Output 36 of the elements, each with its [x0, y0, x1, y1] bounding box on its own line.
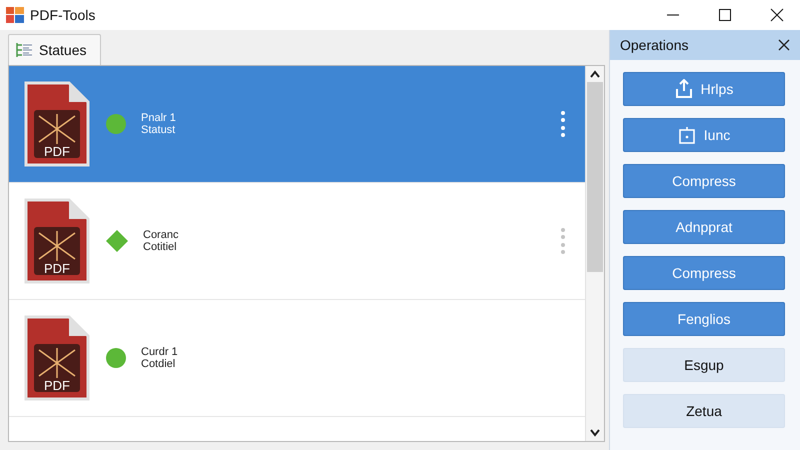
minimize-icon	[666, 14, 680, 16]
operation-button[interactable]: Compress	[623, 164, 785, 198]
operation-button[interactable]: Hrlps	[623, 72, 785, 106]
file-status: Cotdiel	[141, 358, 176, 370]
status-dot-icon	[105, 347, 127, 369]
file-name: Curdr 1	[141, 346, 179, 358]
caret-up-icon	[590, 70, 600, 78]
upload-icon	[674, 79, 693, 99]
operation-button[interactable]: Zetua	[623, 394, 785, 428]
pdf-file-icon: PDF	[23, 314, 91, 402]
maximize-icon	[718, 8, 732, 22]
operation-button[interactable]: Esgup	[623, 348, 785, 382]
pdf-file-icon: PDF	[23, 80, 91, 168]
caret-down-icon	[590, 429, 600, 437]
app-logo-icon	[6, 7, 24, 23]
operation-button[interactable]: Adnpprat	[623, 210, 785, 244]
pdf-file-icon: PDF	[23, 197, 91, 285]
operation-button[interactable]: Fenglios	[623, 302, 785, 336]
close-panel-button[interactable]	[778, 39, 790, 51]
file-row[interactable]: PDF Pnalr 1 Statust	[9, 66, 585, 183]
scrollbar-thumb[interactable]	[587, 82, 603, 272]
tab[interactable]: Statues	[8, 34, 102, 65]
close-icon	[770, 8, 784, 22]
panel-title: Operations	[620, 37, 688, 53]
file-name: Coranc	[143, 229, 180, 241]
status-dot-icon	[105, 113, 127, 135]
file-name: Pnalr 1	[141, 112, 177, 124]
operation-button[interactable]: Compress	[623, 256, 785, 290]
square-icon	[678, 126, 696, 144]
file-status: Statust	[141, 124, 176, 136]
close-icon	[778, 39, 790, 51]
operation-button[interactable]: Iunc	[623, 118, 785, 152]
file-status: Cotitiel	[143, 241, 178, 253]
list-icon	[15, 42, 33, 58]
window-title: PDF-Tools	[30, 7, 96, 23]
status-diamond-icon	[105, 229, 129, 253]
